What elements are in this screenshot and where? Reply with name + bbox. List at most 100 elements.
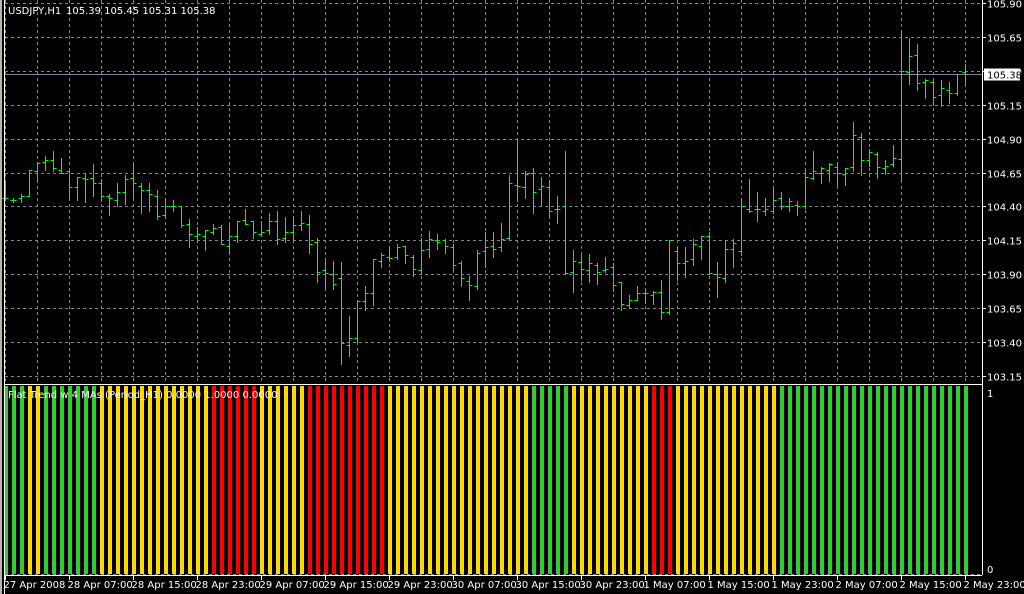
ohlc-bar (786, 198, 793, 212)
price-tick-label: 103.65 (987, 305, 1022, 316)
indicator-bar-yellow (676, 386, 680, 574)
ohlc-bar (570, 250, 577, 293)
ohlc-bar (386, 246, 393, 262)
indicator-bar-yellow (636, 386, 640, 574)
ohlc-bar (18, 194, 25, 203)
indicator-bar-yellow (580, 386, 584, 574)
ohlc-bar (2, 183, 9, 201)
indicator-bar-green (828, 386, 832, 574)
indicator-bar-green (556, 386, 560, 574)
indicator-bar-yellow (516, 386, 520, 574)
indicator-bar-yellow (188, 386, 192, 574)
ohlc-bar (266, 213, 273, 235)
ohlc-bar (106, 194, 113, 216)
ohlc-bar (138, 183, 145, 214)
price-tick-label: 103.40 (987, 339, 1022, 350)
time-tick-label: 30 Apr 07:00 (452, 580, 517, 591)
ohlc-bar (490, 232, 497, 258)
ohlc-bar (162, 198, 169, 218)
indicator-bar-yellow (524, 386, 528, 574)
price-tick-label: 105.15 (987, 102, 1022, 113)
indicator-bar-green (852, 386, 856, 574)
ohlc-bar (610, 263, 617, 292)
indicator-bar-red (244, 386, 248, 574)
time-axis: 27 Apr 2008 28 Apr 07:0028 Apr 15:0028 Ap… (4, 575, 1024, 591)
indicator-bar-yellow (628, 386, 632, 574)
ohlc-bar (234, 221, 241, 243)
ohlc-bar (602, 257, 609, 273)
ohlc-bar (818, 167, 825, 184)
indicator-bar-yellow (748, 386, 752, 574)
indicator-bar-yellow (476, 386, 480, 574)
indicator-bar-green (76, 386, 80, 574)
ohlc-bar (546, 181, 553, 217)
price-tick-label: 104.15 (987, 237, 1022, 248)
ohlc-bar (378, 253, 385, 268)
ohlc-bar (98, 179, 105, 202)
indicator-bar-red (380, 386, 384, 574)
indicator-bar-yellow (436, 386, 440, 574)
ohlc-bar (362, 286, 369, 311)
indicator-bar-yellow (444, 386, 448, 574)
indicator-bar-yellow (300, 386, 304, 574)
ohlc-bar (930, 80, 937, 106)
ohlc-bar (618, 282, 625, 311)
ohlc-bar (746, 179, 753, 213)
ohlc-bar (914, 44, 921, 91)
indicator-bar-green (532, 386, 536, 574)
indicator-axis-top: 1 (987, 389, 993, 400)
indicator-bar-yellow (572, 386, 576, 574)
ohlc-bar (514, 139, 521, 202)
indicator-bar-green (836, 386, 840, 574)
time-tick-label: 1 May 07:00 (644, 580, 706, 591)
indicator-bar-yellow (156, 386, 160, 574)
ohlc-bar (258, 221, 265, 237)
ohlc-bar (874, 152, 881, 179)
indicator-bar-green (804, 386, 808, 574)
time-tick-label: 29 Apr 23:00 (388, 580, 453, 591)
indicator-bar-yellow (204, 386, 208, 574)
ohlc-bar (74, 177, 81, 201)
ohlc-bar (826, 163, 833, 182)
ohlc-bar (178, 206, 185, 228)
ohlc-bar (274, 211, 281, 245)
time-tick-label: 2 May 07:00 (836, 580, 898, 591)
indicator-bar-yellow (36, 386, 40, 574)
price-axis: 105.90105.65105.40105.15104.90104.65104.… (982, 0, 1022, 384)
indicator-bar-yellow (492, 386, 496, 574)
indicator-bar-red (332, 386, 336, 574)
indicator-bar-green (564, 386, 568, 574)
indicator-bar-yellow (164, 386, 168, 574)
ohlc-bar (882, 160, 889, 175)
price-tick-label: 104.40 (987, 203, 1022, 214)
indicator-bar-green (44, 386, 48, 574)
ohlc-bar (906, 38, 913, 85)
ohlc-bar (482, 232, 489, 268)
time-tick-label: 29 Apr 15:00 (324, 580, 389, 591)
indicator-histogram (4, 386, 968, 574)
ohlc-bar (346, 316, 353, 357)
indicator-bar-yellow (108, 386, 112, 574)
ohlc-bar (842, 168, 849, 186)
ohlc-bar (66, 171, 73, 198)
indicator-bar-yellow (604, 386, 608, 574)
indicator-bar-yellow (772, 386, 776, 574)
ohlc-bar (722, 240, 729, 283)
indicator-bar-green (932, 386, 936, 574)
ohlc-bar (26, 170, 33, 197)
indicator-bar-yellow (764, 386, 768, 574)
indicator-bar-yellow (420, 386, 424, 574)
indicator-bar-yellow (708, 386, 712, 574)
indicator-bar-red (220, 386, 224, 574)
chart-canvas[interactable]: 105.90105.65105.40105.15104.90104.65104.… (0, 0, 1024, 594)
indicator-bar-yellow (196, 386, 200, 574)
indicator-bar-green (92, 386, 96, 574)
ohlc-bar (330, 261, 337, 290)
ohlc-bar (434, 234, 441, 250)
price-tick-label: 105.65 (987, 34, 1022, 45)
price-tick-label: 104.90 (987, 136, 1022, 147)
indicator-bar-green (884, 386, 888, 574)
price-tick-label: 103.15 (987, 373, 1022, 384)
ohlc-bar (650, 291, 657, 305)
ohlc-bar (90, 164, 97, 197)
